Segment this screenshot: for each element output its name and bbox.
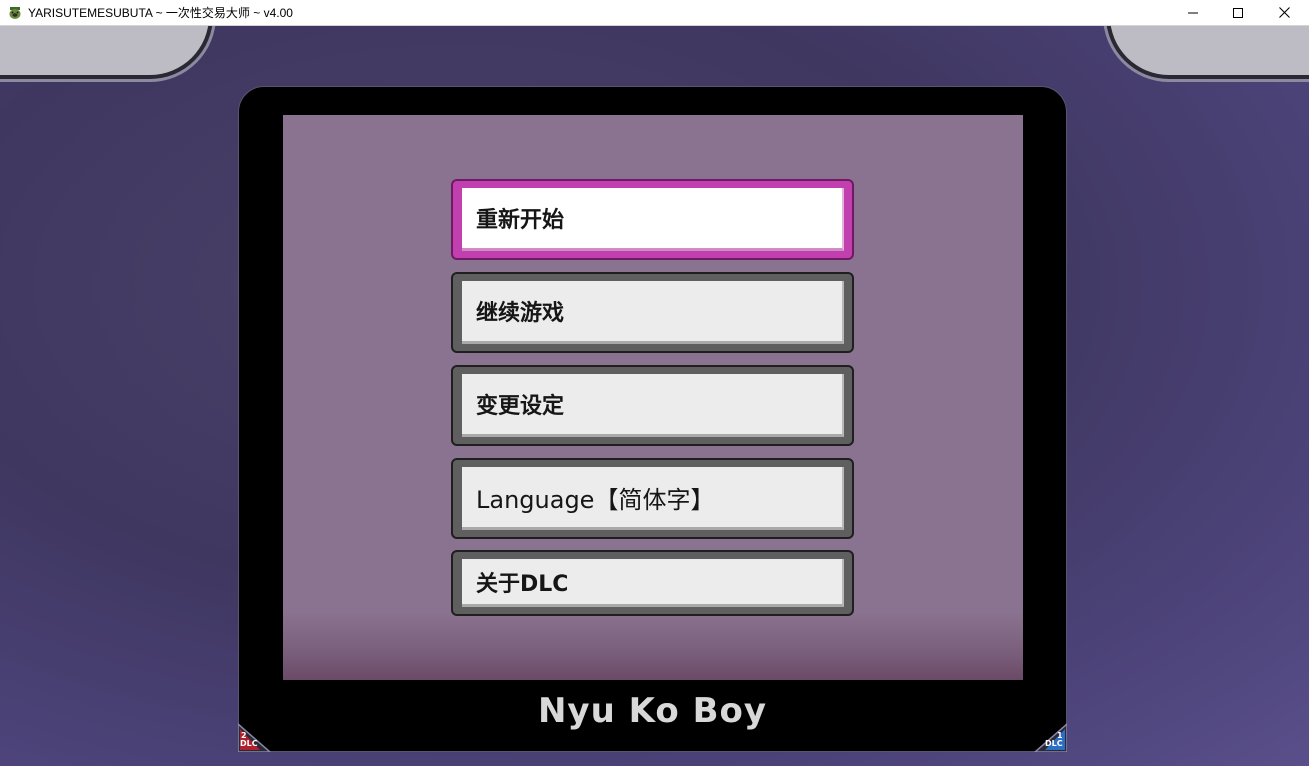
maximize-button[interactable] bbox=[1215, 0, 1261, 25]
minimize-icon bbox=[1188, 8, 1198, 18]
dlc-label: DLC bbox=[240, 739, 258, 748]
title-bar[interactable]: YARISUTEMESUBUTA ~ 一次性交易大师 ~ v4.00 bbox=[0, 0, 1309, 26]
close-icon bbox=[1278, 7, 1290, 18]
window-title: YARISUTEMESUBUTA ~ 一次性交易大师 ~ v4.00 bbox=[28, 6, 293, 20]
menu-item-label: 继续游戏 bbox=[476, 301, 565, 326]
right-shoulder-button bbox=[1106, 26, 1309, 79]
left-shoulder-button bbox=[0, 26, 213, 79]
close-button[interactable] bbox=[1261, 0, 1307, 25]
settings-button[interactable]: 变更设定 bbox=[451, 365, 854, 446]
dlc-label: DLC bbox=[1045, 739, 1063, 748]
continue-game-button[interactable]: 继续游戏 bbox=[451, 272, 854, 353]
game-canvas: 重新开始 继续游戏 变更设定 Language【简体字】 关于DLC Nyu K… bbox=[0, 26, 1309, 766]
dlc-2-corner-button[interactable]: 2 DLC bbox=[238, 720, 274, 752]
new-game-button[interactable]: 重新开始 bbox=[451, 179, 854, 260]
device-brand-logo: Nyu Ko Boy bbox=[537, 691, 768, 731]
menu-item-label: 关于DLC bbox=[476, 571, 569, 597]
menu-item-label: 变更设定 bbox=[476, 394, 565, 419]
menu-item-label: 重新开始 bbox=[476, 208, 565, 233]
device-frame: 重新开始 继续游戏 变更设定 Language【简体字】 关于DLC Nyu K… bbox=[238, 86, 1067, 752]
dlc-1-corner-button[interactable]: 1 DLC bbox=[1031, 720, 1067, 752]
game-window: YARISUTEMESUBUTA ~ 一次性交易大师 ~ v4.00 重新开始 … bbox=[0, 0, 1309, 766]
maximize-icon bbox=[1233, 7, 1243, 18]
pig-face-icon bbox=[8, 5, 22, 19]
device-screen: 重新开始 继续游戏 变更设定 Language【简体字】 关于DLC bbox=[283, 115, 1023, 680]
menu-item-label: Language【简体字】 bbox=[476, 485, 715, 514]
about-dlc-button[interactable]: 关于DLC bbox=[451, 550, 854, 616]
language-button[interactable]: Language【简体字】 bbox=[451, 458, 854, 539]
minimize-button[interactable] bbox=[1170, 0, 1216, 25]
